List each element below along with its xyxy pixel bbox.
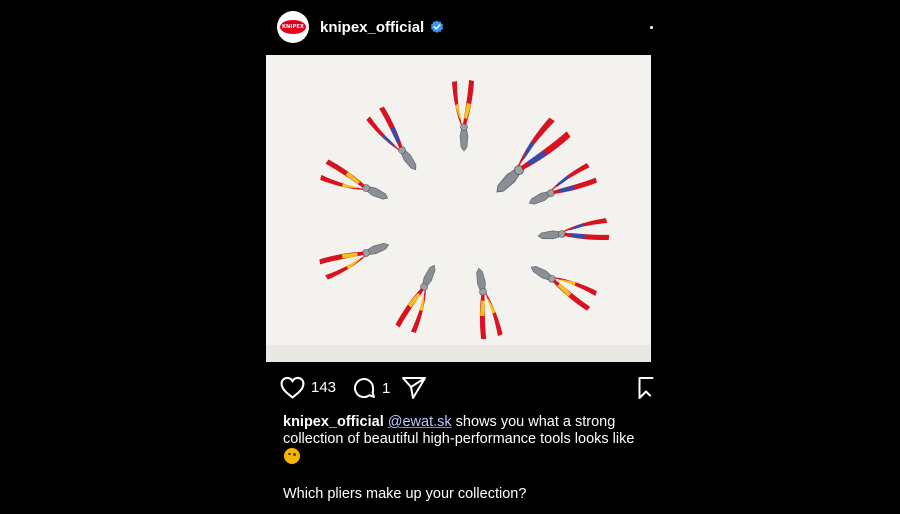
knipex-logo: KNIPEX bbox=[280, 20, 306, 34]
more-options-icon[interactable] bbox=[645, 10, 657, 44]
avatar[interactable]: KNIPEX bbox=[277, 11, 309, 43]
like-count[interactable]: 143 bbox=[311, 379, 336, 396]
caption-username[interactable]: knipex_official bbox=[283, 414, 384, 430]
caption-mention-link[interactable]: @ewat.sk bbox=[388, 414, 452, 430]
post-actions: 143 1 bbox=[280, 376, 655, 402]
comment-icon[interactable] bbox=[352, 376, 376, 400]
bookmark-action bbox=[638, 376, 654, 400]
post-image[interactable] bbox=[266, 55, 651, 362]
share-action bbox=[401, 376, 427, 400]
post-header: KNIPEX knipex_official bbox=[277, 10, 657, 44]
heart-icon[interactable] bbox=[280, 376, 305, 399]
share-icon[interactable] bbox=[401, 376, 427, 400]
caption-question: Which pliers make up your collection? bbox=[283, 486, 527, 502]
comment-count[interactable]: 1 bbox=[382, 380, 390, 397]
verified-badge-icon bbox=[431, 20, 444, 33]
bookmark-icon[interactable] bbox=[638, 376, 654, 400]
like-action: 143 bbox=[280, 376, 336, 399]
comment-action: 1 bbox=[352, 376, 390, 400]
winking-face-emoji-icon bbox=[284, 448, 300, 464]
post-username[interactable]: knipex_official bbox=[320, 19, 424, 36]
post-caption: knipex_official @ewat.sk shows you what … bbox=[283, 414, 643, 466]
